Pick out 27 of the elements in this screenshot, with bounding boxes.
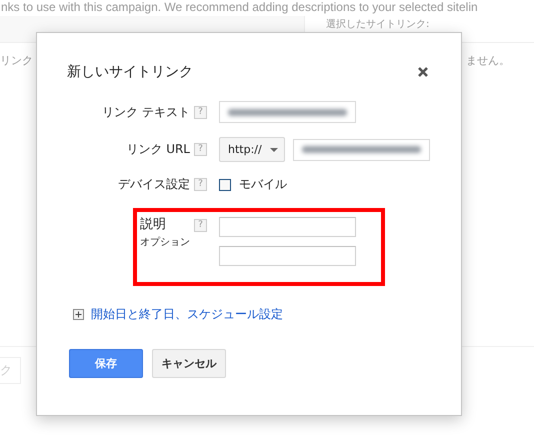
background-text: リンク	[0, 53, 33, 68]
input-field[interactable]	[219, 101, 356, 123]
input-field[interactable]	[219, 217, 356, 237]
field-label: 説明	[140, 217, 167, 233]
plus-icon[interactable]	[73, 309, 84, 320]
help-icon[interactable]: ?	[194, 106, 207, 118]
help-icon[interactable]: ?	[194, 178, 207, 191]
dialog-title: 新しいサイトリンク	[67, 63, 193, 81]
field-label: リンク URL	[126, 142, 190, 156]
help-icon[interactable]: ?	[194, 143, 207, 156]
input-field[interactable]	[219, 246, 356, 266]
optional-label: オプション	[140, 236, 190, 250]
help-icon[interactable]: ?	[194, 219, 207, 232]
caret-icon	[270, 148, 278, 152]
intro-text: nks to use with this campaign. We recommend adding descriptions to your selected sitelin	[0, 0, 479, 16]
close-icon[interactable]	[417, 66, 429, 78]
save-button[interactable]: 保存	[69, 349, 143, 378]
protocol-dropdown[interactable]: http://	[219, 137, 285, 162]
checkbox-label: モバイル	[239, 176, 287, 193]
checkbox[interactable]	[219, 178, 231, 190]
field-label: デバイス設定	[118, 177, 190, 191]
cancel-button[interactable]: キャンセル	[152, 349, 226, 378]
background-text: ません。	[466, 53, 510, 68]
input-field[interactable]	[293, 138, 430, 160]
schedule-link[interactable]: 開始日と終了日、スケジュール設定	[91, 306, 283, 323]
field-label: リンク テキスト	[102, 104, 190, 118]
selected-sitelinks-label: 選択したサイトリンク:	[326, 19, 430, 30]
